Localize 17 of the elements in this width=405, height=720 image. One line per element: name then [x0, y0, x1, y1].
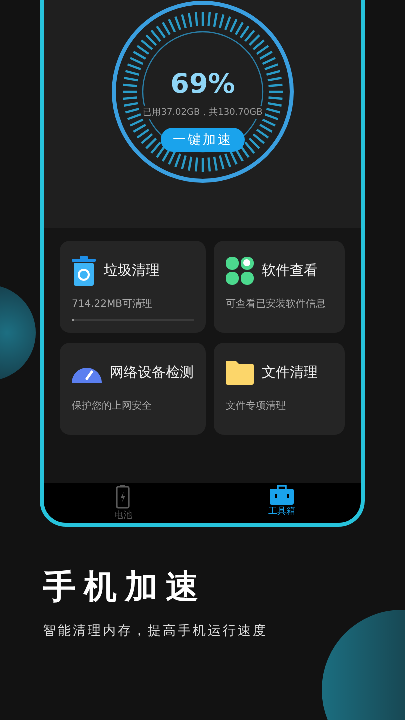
tool-title: 软件查看 — [262, 262, 318, 280]
tagline: 智能清理内存，提高手机运行速度 — [43, 623, 269, 640]
tool-card[interactable]: 网络设备检测 保护您的上网安全 — [60, 343, 206, 435]
storage-usage: 已用37.02GB，共130.70GB — [141, 106, 265, 119]
tool-description: 714.22MB可清理 — [72, 298, 154, 311]
tool-title: 文件清理 — [262, 364, 318, 382]
tool-card[interactable]: 垃圾清理 714.22MB可清理 — [60, 241, 206, 333]
tool-title: 垃圾清理 — [104, 262, 160, 280]
tool-description: 保护您的上网安全 — [72, 400, 153, 413]
nav-tab[interactable]: 工具箱 — [202, 483, 361, 523]
tool-card[interactable]: 文件清理 文件专项清理 — [214, 343, 345, 435]
tool-description: 文件专项清理 — [226, 400, 287, 413]
usage-percent: 69% — [170, 70, 236, 100]
headline: 手机加速 — [43, 566, 208, 608]
tool-title: 网络设备检测 — [110, 364, 194, 382]
tool-description: 可查看已安装软件信息 — [226, 298, 327, 311]
tool-card[interactable]: 软件查看 可查看已安装软件信息 — [214, 241, 345, 333]
